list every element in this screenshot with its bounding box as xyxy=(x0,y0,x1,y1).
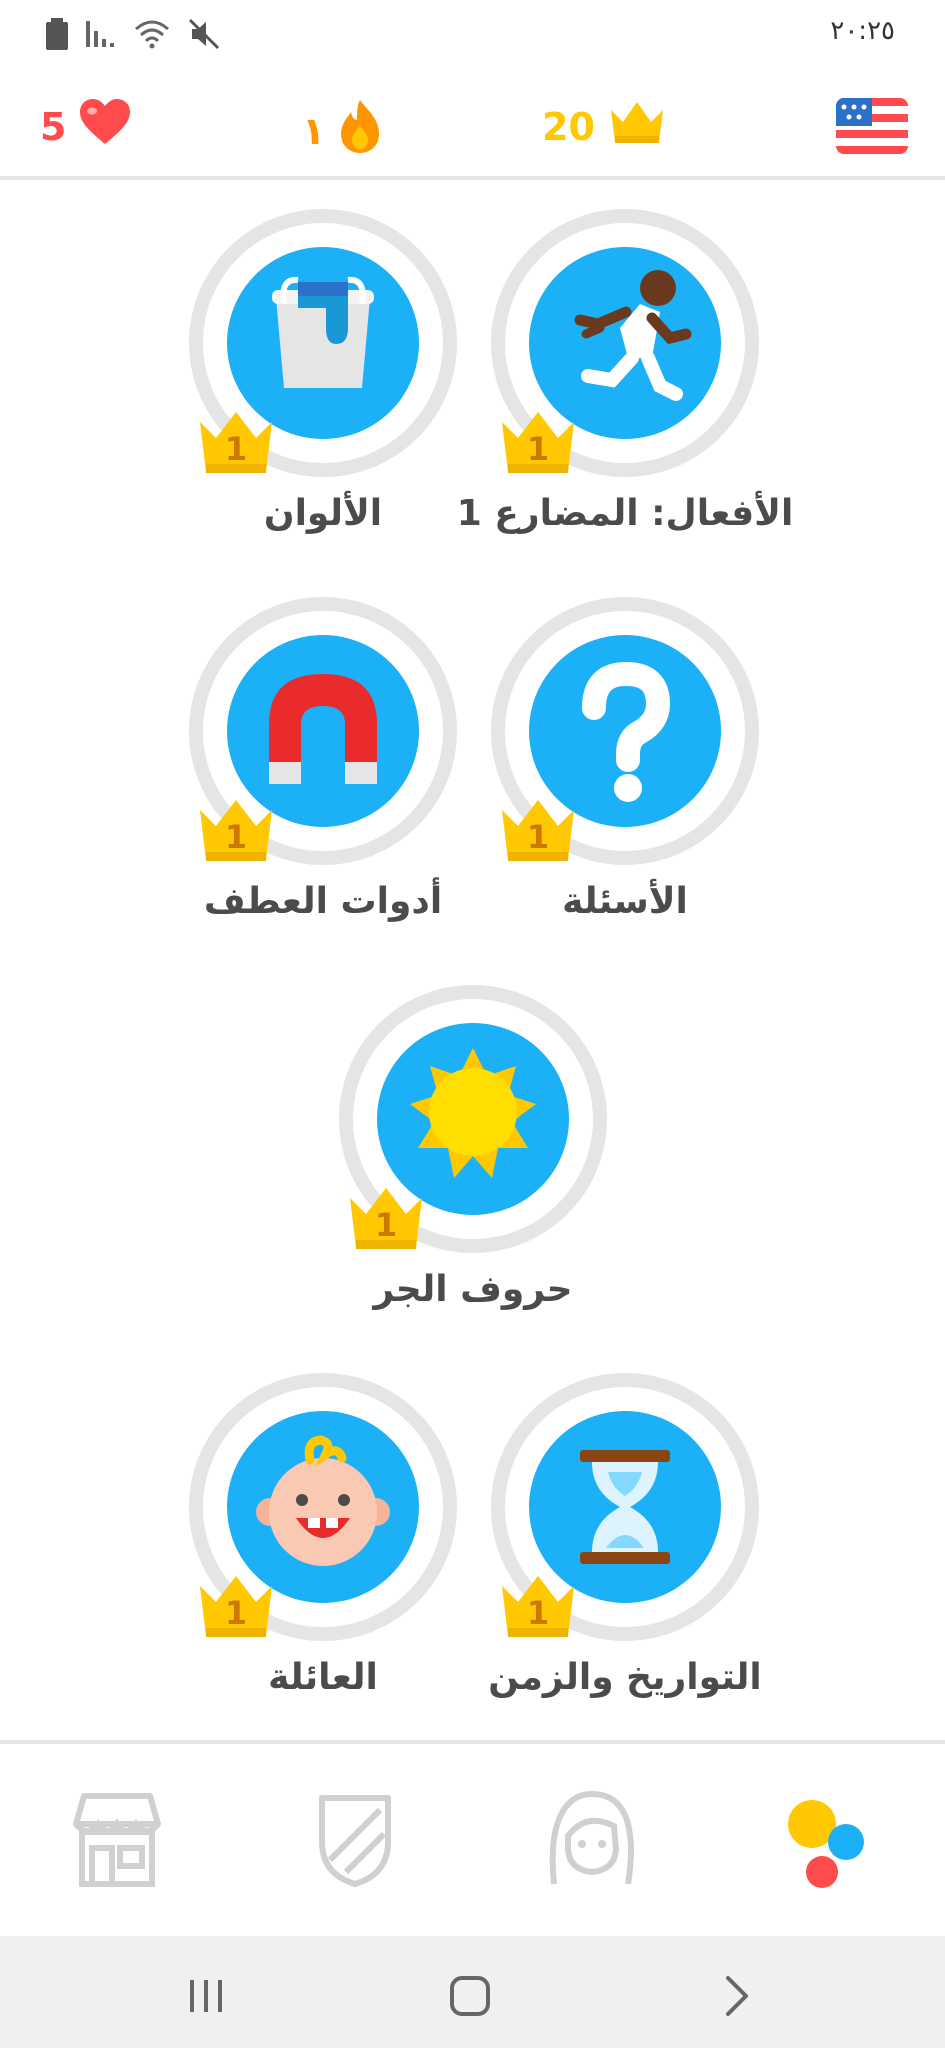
nav-profile[interactable] xyxy=(536,1784,646,1894)
skill-level: 1 xyxy=(224,430,248,468)
recents-icon xyxy=(190,1980,222,2012)
hearts-stat[interactable]: 5 xyxy=(40,98,132,155)
system-nav-bar xyxy=(0,1936,945,2048)
profile-icon xyxy=(549,1790,634,1885)
skill-dates-time[interactable]: 1 التواريخ والزمن xyxy=(488,1372,762,1698)
streak-stat[interactable]: ١ xyxy=(302,98,383,163)
skill-questions[interactable]: 1 الأسئلة xyxy=(490,596,760,922)
status-icons xyxy=(46,18,220,54)
course-flag-button[interactable] xyxy=(836,98,908,158)
battery-icon xyxy=(46,18,68,54)
recents-button[interactable] xyxy=(176,1966,236,2026)
skill-family[interactable]: 1 العائلة xyxy=(188,1372,458,1698)
nav-shop[interactable] xyxy=(62,1784,172,1894)
skill-level: 1 xyxy=(224,1594,248,1632)
hearts-count: 5 xyxy=(40,104,67,149)
shield-icon xyxy=(319,1795,391,1887)
learn-icon xyxy=(788,1800,864,1888)
home-icon xyxy=(450,1976,490,2016)
skill-label: الألوان xyxy=(263,493,383,534)
streak-count: ١ xyxy=(302,108,326,153)
mute-icon xyxy=(188,18,220,54)
signal-icon xyxy=(86,19,116,53)
back-chevron-icon xyxy=(726,1976,748,2016)
nav-leagues[interactable] xyxy=(300,1784,410,1894)
wifi-icon xyxy=(134,19,170,53)
skill-level: 1 xyxy=(224,818,248,856)
nav-learn[interactable] xyxy=(772,1784,882,1894)
skill-level: 1 xyxy=(526,1594,550,1632)
back-button[interactable] xyxy=(706,1966,766,2026)
shop-icon xyxy=(73,1793,161,1887)
paint-bucket-icon xyxy=(272,276,374,388)
skill-level: 1 xyxy=(526,818,550,856)
skill-level: 1 xyxy=(374,1206,398,1244)
heart-icon xyxy=(78,98,132,155)
bottom-nav xyxy=(0,1744,945,1936)
crown-icon xyxy=(607,98,667,155)
skill-colors[interactable]: 1 الألوان xyxy=(188,208,458,534)
skill-prepositions[interactable]: 1 حروف الجر xyxy=(338,984,608,1310)
crowns-count: 20 xyxy=(542,104,595,149)
status-bar: ٢٠:٢٥ xyxy=(0,0,945,70)
app-screen: ٢٠:٢٥ 5 ١ 20 1 الأفعال: المضارع 1 1 الأل… xyxy=(0,0,945,2048)
top-divider xyxy=(0,176,945,180)
status-time: ٢٠:٢٥ xyxy=(830,16,895,46)
flame-icon xyxy=(337,98,383,163)
skill-label: أدوات العطف xyxy=(203,881,443,922)
skill-label: العائلة xyxy=(268,1657,378,1698)
skill-conjunctions[interactable]: 1 أدوات العطف xyxy=(188,596,458,922)
home-button[interactable] xyxy=(440,1966,500,2026)
skill-verbs-present[interactable]: 1 الأفعال: المضارع 1 xyxy=(457,208,793,534)
skill-label: حروف الجر xyxy=(373,1269,573,1310)
skill-level: 1 xyxy=(526,430,550,468)
crowns-stat[interactable]: 20 xyxy=(542,98,667,155)
us-flag-icon xyxy=(836,98,908,158)
stats-bar: 5 ١ 20 xyxy=(0,70,945,178)
